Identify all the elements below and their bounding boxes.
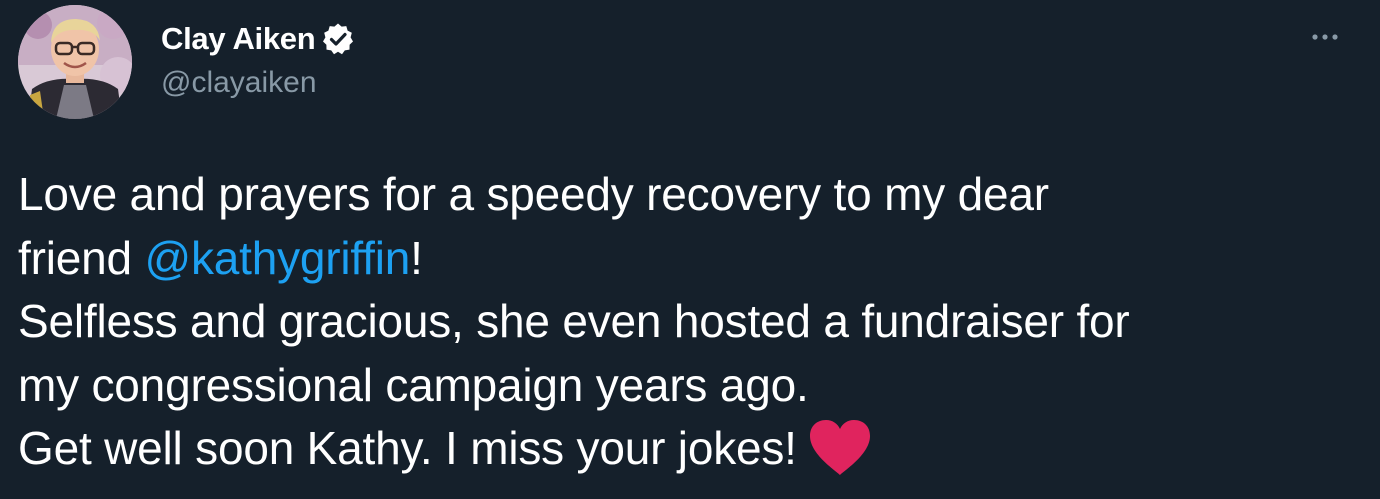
profile-photo-icon [18,5,132,119]
more-options-button[interactable] [1300,22,1350,52]
tweet-text-line-3: Selfless and gracious, she even hosted a… [18,295,1130,347]
more-horizontal-icon [1312,34,1338,40]
tweet-text-prefix: friend [18,231,145,284]
avatar[interactable] [18,5,132,119]
tweet-text-line-2: friend @kathygriffin! [18,227,1358,291]
author-name-row[interactable]: Clay Aiken [161,20,355,58]
heart-icon [807,418,873,478]
tweet-text: Love and prayers for a speedy recovery t… [18,163,1358,481]
author-handle[interactable]: @clayaiken [161,66,317,100]
tweet-text-closing: Get well soon Kathy. I miss your jokes! [18,422,797,474]
verified-badge-icon [321,22,355,56]
tweet-text-line-1: Love and prayers for a speedy recovery t… [18,168,1049,220]
tweet-text-line-5: Get well soon Kathy. I miss your jokes! [18,417,1358,481]
mention-link[interactable]: @kathygriffin [144,232,410,284]
tweet-card: Clay Aiken @clayaiken Love and prayers f… [0,0,1380,499]
author-display-name[interactable]: Clay Aiken [161,21,316,57]
tweet-text-line-4: my congressional campaign years ago. [18,358,809,411]
tweet-text-suffix: ! [410,231,423,284]
